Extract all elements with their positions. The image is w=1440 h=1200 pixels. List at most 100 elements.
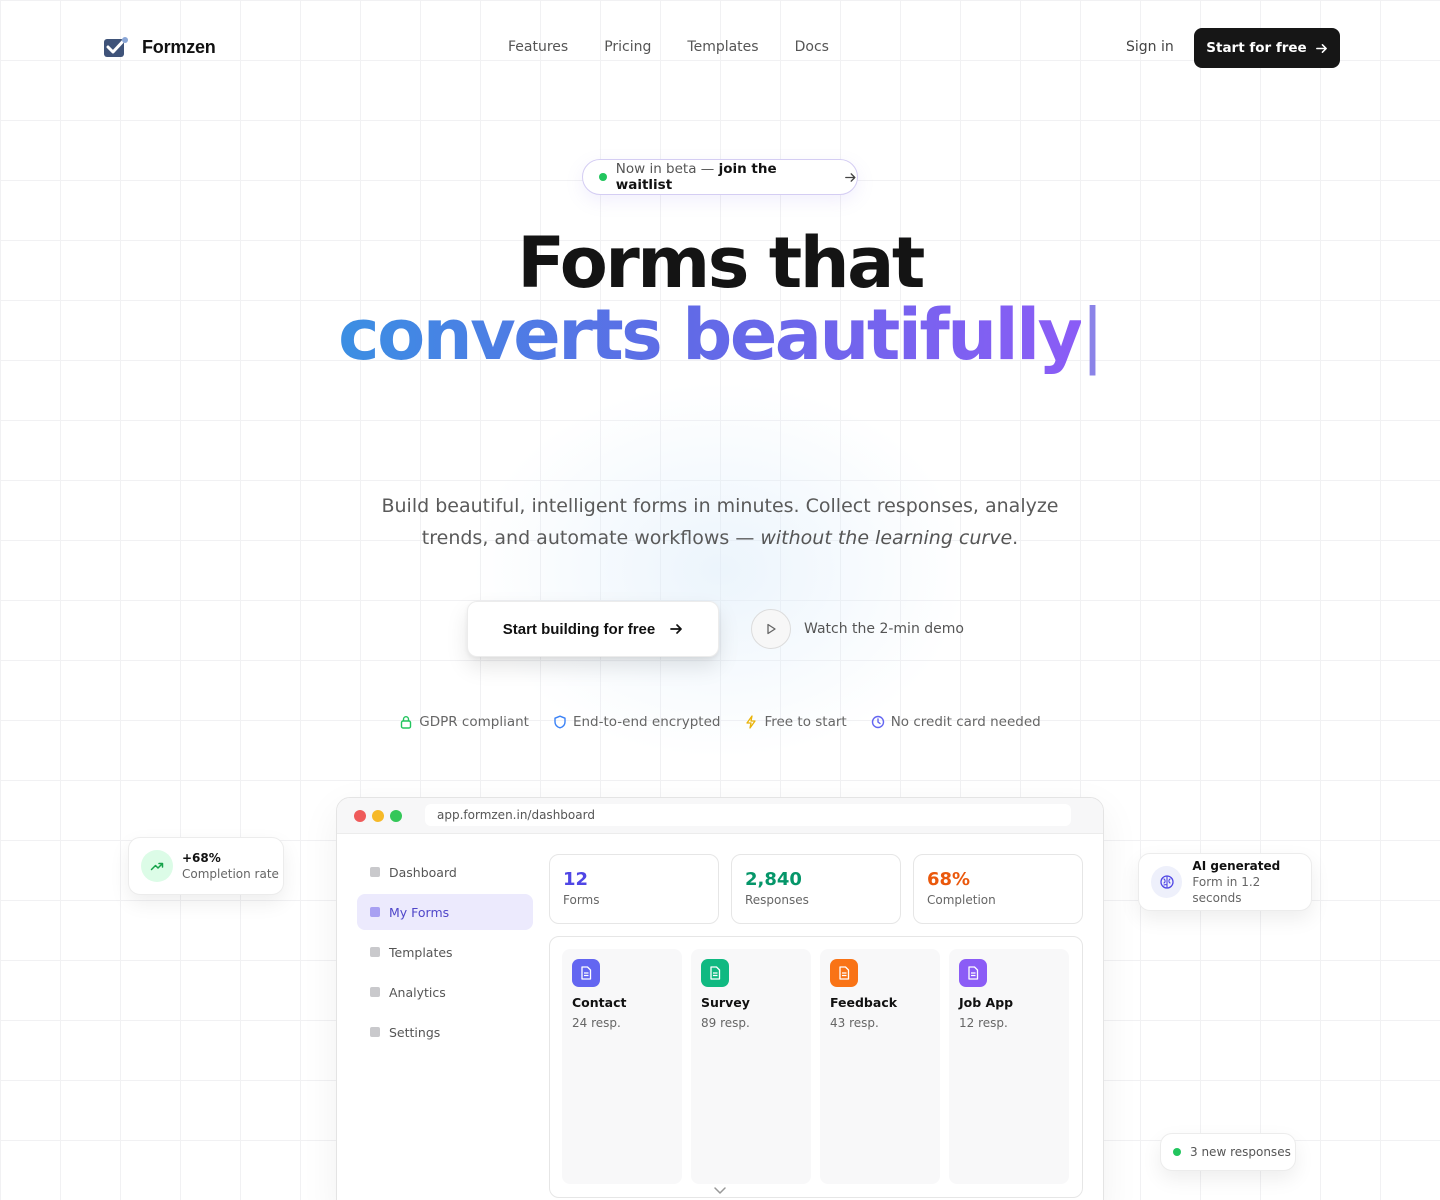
trending-up-icon: [141, 850, 173, 882]
trust-row: GDPR compliant End-to-end encrypted Free…: [0, 714, 1440, 730]
sidebar-item-templates[interactable]: Templates: [357, 934, 533, 970]
form-name: Job App: [959, 995, 1014, 1010]
form-name: Contact: [572, 995, 627, 1010]
lock-icon: [401, 716, 412, 729]
trust-label: Free to start: [764, 714, 847, 730]
form-card-job-app[interactable]: Job App 12 resp.: [949, 949, 1069, 1184]
brain-icon: [1151, 866, 1183, 898]
ai-generated-text: AI generated Form in 1.2 seconds: [1192, 858, 1311, 906]
subtitle-end: .: [1012, 527, 1019, 549]
shield-icon: [554, 715, 566, 729]
form-responses: 43 resp.: [830, 1016, 879, 1030]
status-dot-icon: [1173, 1148, 1181, 1156]
nav-link-templates[interactable]: Templates: [687, 39, 758, 55]
start-building-label: Start building for free: [502, 620, 656, 638]
scroll-chevron-down-icon[interactable]: [712, 1186, 728, 1196]
start-free-label: Start for free: [1206, 40, 1307, 56]
nav-links: Features Pricing Templates Docs: [508, 39, 829, 55]
clock-icon: [871, 715, 884, 729]
logo-icon: [103, 35, 129, 59]
stat-label: Forms: [563, 893, 600, 907]
ai-generated-label: Form in 1.2 seconds: [1192, 875, 1261, 905]
sidebar-item-my-forms[interactable]: My Forms: [357, 894, 533, 930]
sidebar-item-label: Dashboard: [389, 864, 457, 880]
start-building-button[interactable]: Start building for free: [467, 601, 719, 657]
watch-demo-label: Watch the 2-min demo: [804, 621, 964, 637]
hero-subtitle: Build beautiful, intelligent forms in mi…: [370, 490, 1070, 554]
dashboard-sidebar: Dashboard My Forms Templates Analytics S…: [357, 854, 533, 1054]
hero-title-line1: Forms that: [517, 222, 925, 304]
sign-in-link[interactable]: Sign in: [1126, 39, 1174, 55]
form-responses: 24 resp.: [572, 1016, 621, 1030]
stat-value: 68%: [927, 869, 971, 890]
ai-generated-title: AI generated: [1192, 859, 1281, 873]
new-responses-label: 3 new responses: [1190, 1145, 1291, 1159]
form-name: Feedback: [830, 995, 898, 1010]
nav-link-pricing[interactable]: Pricing: [604, 39, 651, 55]
dashboard-preview: app.formzen.in/dashboard Dashboard My Fo…: [336, 797, 1104, 1200]
brand-logo[interactable]: Formzen: [103, 35, 216, 59]
sidebar-item-label: Settings: [389, 1024, 441, 1040]
subtitle-emphasis: without the learning curve: [760, 527, 1013, 549]
trust-label: GDPR compliant: [419, 714, 529, 730]
forms-grid: Contact 24 resp. Survey 89 resp. Feedbac…: [549, 936, 1083, 1198]
completion-rate-label: Completion rate: [182, 867, 279, 881]
sidebar-item-label: Analytics: [389, 984, 446, 1000]
top-nav: Formzen Features Pricing Templates Docs …: [0, 0, 1440, 96]
hero-title-line2: converts beautifully|: [0, 294, 1440, 376]
nav-link-features[interactable]: Features: [508, 39, 568, 55]
sidebar-item-settings[interactable]: Settings: [357, 1014, 533, 1050]
document-icon: [959, 959, 987, 987]
arrow-right-icon: [845, 172, 856, 182]
completion-rate-value: +68%: [182, 851, 221, 865]
trust-label: No credit card needed: [890, 714, 1041, 730]
watch-demo-button[interactable]: Watch the 2-min demo: [751, 609, 964, 649]
form-responses: 89 resp.: [701, 1016, 750, 1030]
beta-waitlist-pill[interactable]: Now in beta — join the waitlist: [582, 159, 858, 195]
document-icon: [572, 959, 600, 987]
form-card-contact[interactable]: Contact 24 resp.: [562, 949, 682, 1184]
sidebar-item-analytics[interactable]: Analytics: [357, 974, 533, 1010]
browser-chrome: app.formzen.in/dashboard: [337, 798, 1103, 834]
sidebar-square-icon: [370, 947, 380, 957]
play-icon: [751, 609, 791, 649]
brand-name: Formzen: [142, 36, 216, 57]
trust-item-no-card: No credit card needed: [871, 714, 1041, 730]
hero-title-gradient: converts beautifully: [338, 294, 1083, 376]
status-dot-icon: [599, 173, 607, 181]
trust-item-encrypted: End-to-end encrypted: [553, 714, 721, 730]
sidebar-item-dashboard[interactable]: Dashboard: [357, 854, 533, 890]
form-card-feedback[interactable]: Feedback 43 resp.: [820, 949, 940, 1184]
beta-text: Now in beta — join the waitlist: [616, 161, 832, 193]
stat-value: 2,840: [745, 869, 802, 890]
sidebar-item-label: Templates: [389, 944, 453, 960]
sidebar-square-icon: [370, 867, 380, 877]
form-responses: 12 resp.: [959, 1016, 1008, 1030]
document-icon: [701, 959, 729, 987]
url-bar: app.formzen.in/dashboard: [425, 804, 1071, 826]
sidebar-item-label: My Forms: [389, 904, 450, 920]
trust-item-gdpr: GDPR compliant: [399, 714, 529, 730]
stat-label: Completion: [927, 893, 996, 907]
completion-rate-text: +68% Completion rate: [182, 850, 279, 882]
stat-card-completion: 68% Completion: [913, 854, 1083, 924]
completion-rate-card: +68% Completion rate: [128, 837, 284, 895]
lightning-icon: [746, 715, 757, 729]
typing-caret: |: [1080, 294, 1105, 376]
stat-value: 12: [563, 869, 589, 890]
form-card-survey[interactable]: Survey 89 resp.: [691, 949, 811, 1184]
arrow-right-icon: [670, 624, 683, 634]
maximize-dot-icon: [390, 810, 402, 822]
close-dot-icon: [354, 810, 366, 822]
trust-label: End-to-end encrypted: [572, 714, 721, 730]
new-responses-badge: 3 new responses: [1160, 1133, 1296, 1171]
stat-card-responses: 2,840 Responses: [731, 854, 901, 924]
nav-link-docs[interactable]: Docs: [795, 39, 829, 55]
hero-glow: [470, 380, 970, 760]
sidebar-square-icon: [370, 987, 380, 997]
stat-card-forms: 12 Forms: [549, 854, 719, 924]
arrow-right-icon: [1315, 43, 1327, 53]
trust-item-free: Free to start: [744, 714, 847, 730]
start-free-button[interactable]: Start for free: [1194, 28, 1340, 68]
stat-label: Responses: [745, 893, 809, 907]
